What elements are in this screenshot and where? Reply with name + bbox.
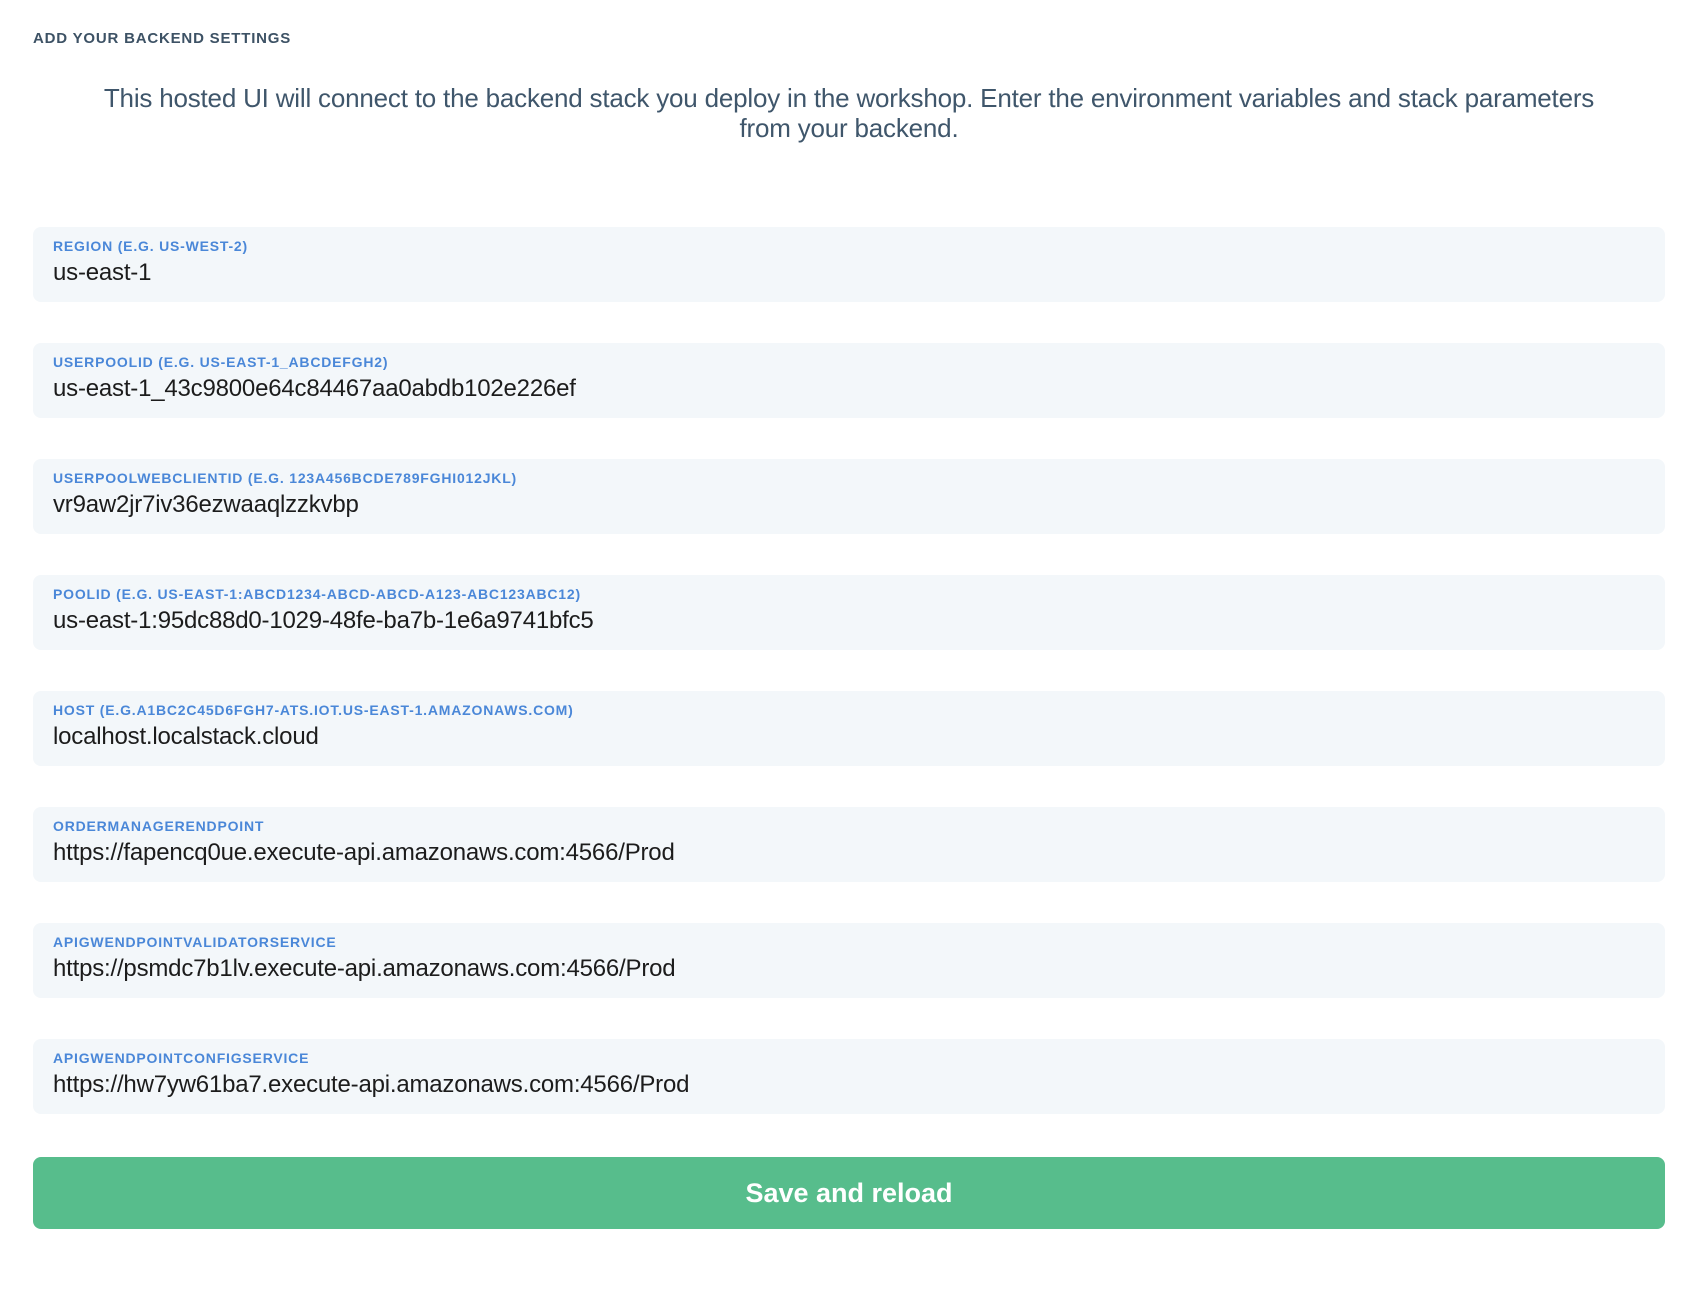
field-apigwendpointconfigservice: APIGWENDPOINTCONFIGSERVICE — [33, 1039, 1665, 1114]
field-userpoolwebclientid-label: USERPOOLWEBCLIENTID (E.G. 123A456BCDE789… — [53, 470, 1645, 487]
userpoolwebclientid-input[interactable] — [53, 490, 1645, 520]
field-apigwendpointconfigservice-label: APIGWENDPOINTCONFIGSERVICE — [53, 1050, 1645, 1067]
region-input[interactable] — [53, 258, 1645, 288]
field-apigwendpointvalidatorservice: APIGWENDPOINTVALIDATORSERVICE — [33, 923, 1665, 998]
poolid-input[interactable] — [53, 606, 1645, 636]
field-host: HOST (E.G.A1BC2C45D6FGH7-ATS.IOT.US-EAST… — [33, 691, 1665, 766]
page-description: This hosted UI will connect to the backe… — [99, 83, 1599, 143]
settings-form: REGION (E.G. US-WEST-2) USERPOOLID (E.G.… — [33, 227, 1665, 1114]
field-userpoolwebclientid: USERPOOLWEBCLIENTID (E.G. 123A456BCDE789… — [33, 459, 1665, 534]
page-title: ADD YOUR BACKEND SETTINGS — [33, 30, 1665, 47]
field-region: REGION (E.G. US-WEST-2) — [33, 227, 1665, 302]
host-input[interactable] — [53, 722, 1645, 752]
backend-settings-page: ADD YOUR BACKEND SETTINGS This hosted UI… — [0, 0, 1698, 1304]
apigwendpointvalidatorservice-input[interactable] — [53, 954, 1645, 984]
field-poolid-label: POOLID (E.G. US-EAST-1:ABCD1234-ABCD-ABC… — [53, 586, 1645, 603]
field-ordermanagerendpoint-label: ORDERMANAGERENDPOINT — [53, 818, 1645, 835]
field-userpoolid: USERPOOLID (E.G. US-EAST-1_ABCDEFGH2) — [33, 343, 1665, 418]
field-apigwendpointvalidatorservice-label: APIGWENDPOINTVALIDATORSERVICE — [53, 934, 1645, 951]
save-and-reload-button[interactable]: Save and reload — [33, 1157, 1665, 1229]
userpoolid-input[interactable] — [53, 374, 1645, 404]
field-host-label: HOST (E.G.A1BC2C45D6FGH7-ATS.IOT.US-EAST… — [53, 702, 1645, 719]
field-ordermanagerendpoint: ORDERMANAGERENDPOINT — [33, 807, 1665, 882]
ordermanagerendpoint-input[interactable] — [53, 838, 1645, 868]
field-region-label: REGION (E.G. US-WEST-2) — [53, 238, 1645, 255]
apigwendpointconfigservice-input[interactable] — [53, 1070, 1645, 1100]
field-poolid: POOLID (E.G. US-EAST-1:ABCD1234-ABCD-ABC… — [33, 575, 1665, 650]
field-userpoolid-label: USERPOOLID (E.G. US-EAST-1_ABCDEFGH2) — [53, 354, 1645, 371]
